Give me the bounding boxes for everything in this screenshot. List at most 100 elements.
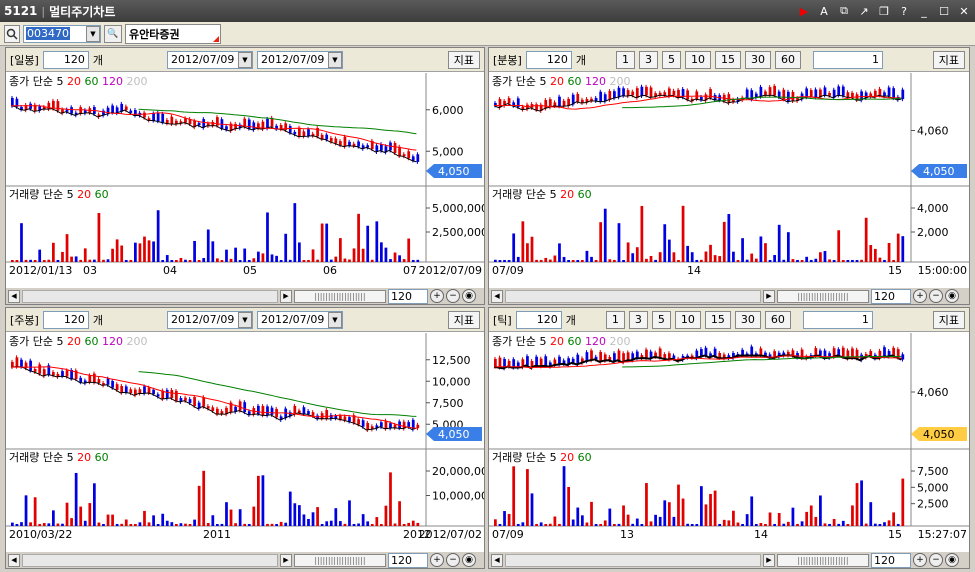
candle-body [786,91,790,102]
zoom-slider[interactable]: ||||||||||||||||||| [294,553,386,567]
zoom-out-icon[interactable]: − [446,289,460,303]
maximize-icon[interactable]: ☐ [935,3,953,19]
interval-button-15[interactable]: 15 [714,50,741,69]
interval-button-60[interactable]: 60 [764,310,791,329]
start-date-select[interactable]: 2012/07/09 ▼ [166,310,253,329]
candle-body [165,389,169,399]
interval-button-30[interactable]: 30 [734,310,761,329]
unit-input[interactable]: 1 [802,310,873,329]
zoom-value[interactable]: 120 [871,552,911,568]
zoom-reset-icon[interactable]: ◉ [462,289,476,303]
scroll-left-icon[interactable]: ◀ [8,289,20,303]
zoom-out-icon[interactable]: − [929,289,943,303]
zoom-value[interactable]: 120 [388,552,428,568]
interval-button-5[interactable]: 5 [661,50,681,69]
volume-bar [115,239,119,262]
x-axis-label: 03 [83,264,97,277]
zoom-reset-icon[interactable]: ◉ [462,553,476,567]
zoom-in-icon[interactable]: + [430,553,444,567]
interval-button-30[interactable]: 30 [744,50,771,69]
end-date-select[interactable]: 2012/07/09 ▼ [256,50,343,69]
interval-button-5[interactable]: 5 [651,310,671,329]
zoom-slider[interactable]: ||||||||||||||||||| [777,289,869,303]
chevron-down-icon[interactable]: ▼ [327,51,342,68]
scroll-right-icon[interactable]: ▶ [763,289,775,303]
zoom-slider[interactable]: ||||||||||||||||||| [294,289,386,303]
unit-input[interactable]: 1 [812,50,883,69]
close-icon[interactable]: ✕ [955,3,973,19]
volume-bar [631,523,635,526]
volume-bar [33,497,37,526]
indicator-button[interactable]: 지표 [932,311,965,329]
volume-bar [384,505,388,526]
scroll-track[interactable] [505,289,761,303]
stock-code-input[interactable]: 003470 ▼ [23,24,101,43]
scroll-track[interactable] [22,289,278,303]
interval-button-3[interactable]: 3 [638,50,658,69]
scroll-left-icon[interactable]: ◀ [491,289,503,303]
count-input[interactable]: 120 [42,50,89,69]
indicator-button[interactable]: 지표 [447,311,480,329]
interval-button-3[interactable]: 3 [628,310,648,329]
zoom-value[interactable]: 120 [388,288,428,304]
chevron-down-icon[interactable]: ▼ [86,25,100,42]
stock-search-icon[interactable]: 🔍 [104,24,122,43]
interval-button-1[interactable]: 1 [615,50,635,69]
volume-bar [846,523,850,526]
price-tick-label: 7,500 [432,397,464,410]
candle-body [320,134,324,140]
scroll-right-icon[interactable]: ▶ [763,553,775,567]
zoom-out-icon[interactable]: − [446,553,460,567]
chevron-down-icon[interactable]: ▼ [237,311,252,328]
interval-button-60[interactable]: 60 [774,50,801,69]
x-axis-right-label: 2012/07/02 [419,528,482,541]
chart-svg: 종가 단순 5 20 60 120 200 거래량 단순 5 20 60 12,… [6,333,484,541]
zoom-in-icon[interactable]: + [913,553,927,567]
zoom-out-icon[interactable]: − [929,553,943,567]
chevron-down-icon[interactable]: ▼ [237,51,252,68]
zoom-reset-icon[interactable]: ◉ [945,553,959,567]
volume-bar [512,466,516,526]
minimize-icon[interactable]: _ [915,3,933,19]
scroll-track[interactable] [22,553,278,567]
help-icon[interactable]: ? [895,3,913,19]
zoom-in-icon[interactable]: + [913,289,927,303]
scroll-right-icon[interactable]: ▶ [280,553,292,567]
indicator-button[interactable]: 지표 [932,51,965,69]
end-date-select[interactable]: 2012/07/09 ▼ [256,310,343,329]
scroll-left-icon[interactable]: ◀ [8,553,20,567]
volume-bar [47,523,51,526]
window-link-icon[interactable]: ⧉ [835,3,853,19]
volume-bar [494,519,497,526]
count-input[interactable]: 120 [515,310,562,329]
play-icon[interactable]: ▶ [795,3,813,19]
scroll-left-icon[interactable]: ◀ [491,553,503,567]
candle-body [645,349,648,359]
count-unit: 개 [575,53,586,67]
interval-button-1[interactable]: 1 [605,310,625,329]
x-axis-label: 14 [754,528,768,541]
interval-button-10[interactable]: 10 [684,50,711,69]
zoom-in-icon[interactable]: + [430,289,444,303]
zoom-reset-icon[interactable]: ◉ [945,289,959,303]
interval-button-15[interactable]: 15 [704,310,731,329]
volume-bar [727,520,731,526]
start-date-select[interactable]: 2012/07/09 ▼ [166,50,253,69]
interval-button-10[interactable]: 10 [674,310,701,329]
volume-bar [416,259,420,262]
count-input[interactable]: 120 [42,310,89,329]
search-icon[interactable] [4,24,20,43]
zoom-value[interactable]: 120 [871,288,911,304]
zoom-slider[interactable]: ||||||||||||||||||| [777,553,869,567]
volume-bar [507,513,511,526]
font-icon[interactable]: A [815,3,833,19]
pin-icon[interactable]: ↗ [855,3,873,19]
scroll-right-icon[interactable]: ▶ [280,289,292,303]
restore-window-icon[interactable]: ❐ [875,3,893,19]
volume-bar [270,254,274,262]
indicator-button[interactable]: 지표 [447,51,480,69]
count-input[interactable]: 120 [525,50,572,69]
scroll-track[interactable] [505,553,761,567]
chevron-down-icon[interactable]: ▼ [327,311,342,328]
candle-body [307,411,310,415]
